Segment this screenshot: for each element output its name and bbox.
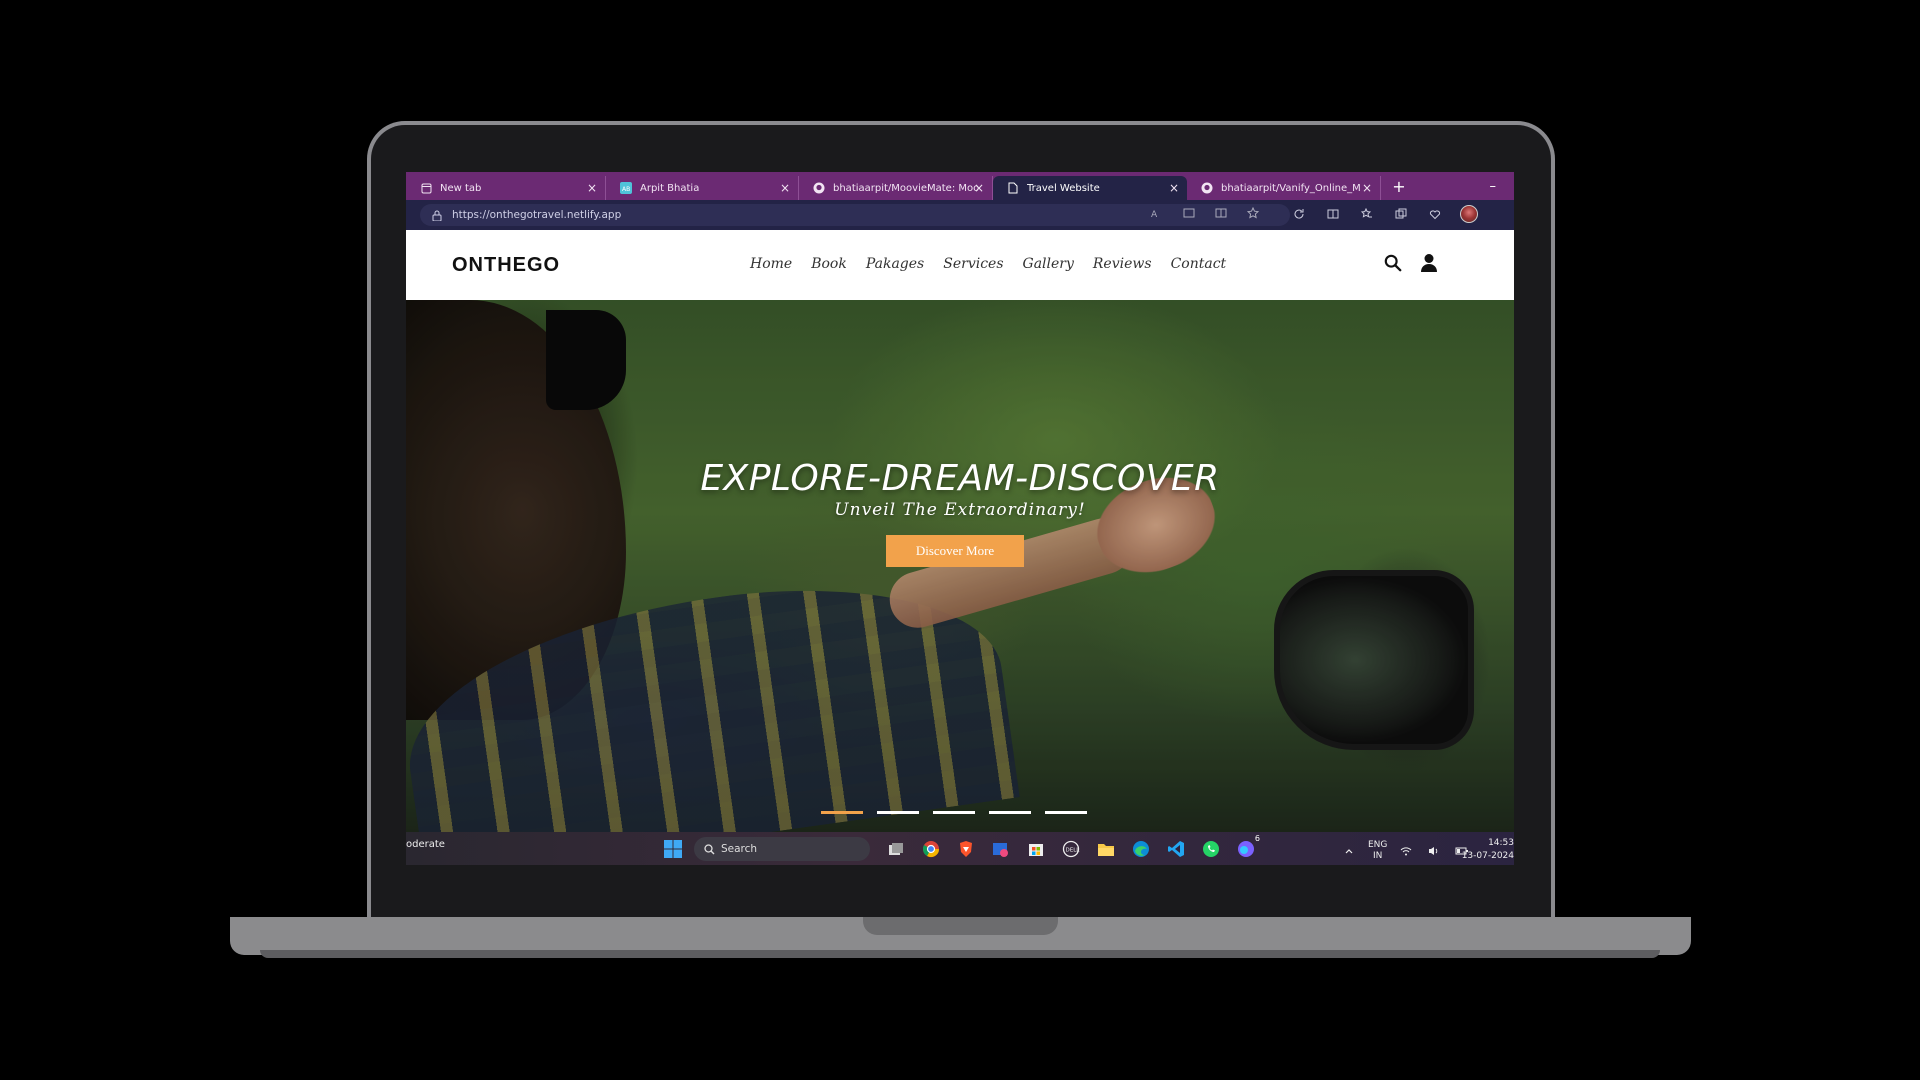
laptop-notch: [863, 917, 1058, 935]
tab-label: bhatiaarpit/MoovieMate: Moovie: [833, 182, 978, 194]
nav-book[interactable]: Book: [811, 256, 847, 272]
slider-dot-2[interactable]: [877, 811, 919, 814]
taskbar-apps: DELL 6: [884, 834, 1260, 860]
favorites-icon[interactable]: [1358, 205, 1376, 223]
slider-dot-1[interactable]: [821, 811, 863, 814]
tab-close-icon[interactable]: ×: [1362, 181, 1372, 195]
lock-icon: [432, 210, 442, 221]
copilot-badge: 6: [1254, 834, 1260, 843]
brave-icon[interactable]: [954, 838, 978, 860]
github-icon: [1201, 182, 1213, 194]
taskbar-clock[interactable]: 14:53 13-07-2024: [1462, 837, 1514, 863]
hero-section: EXPLORE-DREAM-DISCOVER Unveil The Extrao…: [406, 300, 1514, 832]
refresh-icon[interactable]: [1290, 205, 1308, 223]
browser-actions: [1290, 205, 1478, 223]
tab-arpit-bhatia[interactable]: AB Arpit Bhatia ×: [606, 176, 799, 200]
nav-gallery[interactable]: Gallery: [1023, 256, 1074, 272]
profile-avatar[interactable]: [1460, 205, 1478, 223]
tab-label: Arpit Bhatia: [640, 182, 700, 194]
snipping-tool-icon[interactable]: [989, 838, 1013, 860]
whatsapp-icon[interactable]: [1199, 838, 1223, 860]
tab-travel-website[interactable]: Travel Website ×: [993, 176, 1187, 200]
favorite-star-icon[interactable]: [1244, 204, 1262, 222]
hero-subtitle: Unveil The Extraordinary!: [834, 500, 1086, 520]
tab-close-icon[interactable]: ×: [1169, 181, 1179, 195]
task-view-icon[interactable]: [884, 838, 908, 860]
site-header: ONTHEGO Home Book Pakages Services Galle…: [406, 230, 1514, 300]
slider-dot-3[interactable]: [933, 811, 975, 814]
site-icon: AB: [620, 182, 632, 194]
read-aloud-icon[interactable]: A: [1148, 204, 1166, 222]
immersive-reader-icon[interactable]: [1212, 204, 1230, 222]
language-indicator[interactable]: ENG IN: [1368, 840, 1387, 862]
chevron-up-icon[interactable]: [1340, 842, 1358, 860]
browser-tab-bar: New tab × AB Arpit Bhatia × bhatiaarpit/…: [406, 172, 1514, 200]
svg-text:AB: AB: [622, 186, 630, 193]
tab-close-icon[interactable]: ×: [587, 181, 597, 195]
laptop-base-edge: [260, 950, 1660, 958]
tab-new-tab[interactable]: New tab ×: [406, 176, 606, 200]
site-nav: Home Book Pakages Services Gallery Revie…: [750, 256, 1226, 272]
volume-icon[interactable]: [1425, 842, 1443, 860]
tab-moviemate[interactable]: bhatiaarpit/MoovieMate: Moovie ×: [799, 176, 993, 200]
newtab-icon: [420, 182, 432, 194]
minimize-button[interactable]: –: [1490, 179, 1497, 194]
clock-date: 13-07-2024: [1461, 851, 1514, 861]
weather-widget[interactable]: oderate: [406, 839, 445, 850]
tab-vanify[interactable]: bhatiaarpit/Vanify_Online_Music ×: [1187, 176, 1381, 200]
url-text: https://onthegotravel.netlify.app: [452, 209, 622, 221]
page-icon: [1007, 182, 1019, 194]
edge-icon[interactable]: [1129, 838, 1153, 860]
nav-services[interactable]: Services: [943, 256, 1003, 272]
language-code: ENG: [1368, 840, 1388, 850]
language-region: IN: [1373, 851, 1383, 861]
stage: New tab × AB Arpit Bhatia × bhatiaarpit/…: [0, 0, 1920, 1080]
windows-taskbar: oderate Search DELL 6 ENG IN 14:53 13-07…: [406, 832, 1514, 865]
slider-dots: [821, 811, 1087, 814]
browser-toolbar: https://onthegotravel.netlify.app A: [406, 200, 1514, 230]
user-icon[interactable]: [1420, 254, 1438, 272]
slider-dot-5[interactable]: [1045, 811, 1087, 814]
windows-start-icon[interactable]: [664, 840, 682, 862]
svg-text:A: A: [1151, 210, 1158, 219]
microsoft-store-icon[interactable]: [1024, 838, 1048, 860]
tab-label: New tab: [440, 182, 482, 194]
browser-essentials-icon[interactable]: [1426, 205, 1444, 223]
github-icon: [813, 182, 825, 194]
tab-label: Travel Website: [1027, 182, 1100, 194]
file-explorer-icon[interactable]: [1094, 838, 1118, 860]
slider-dot-4[interactable]: [989, 811, 1031, 814]
site-logo[interactable]: ONTHEGO: [452, 254, 560, 277]
address-icons: A: [1148, 204, 1262, 222]
discover-more-button[interactable]: Discover More: [886, 535, 1024, 567]
nav-home[interactable]: Home: [750, 256, 792, 272]
search-icon[interactable]: [1384, 254, 1402, 272]
tab-close-icon[interactable]: ×: [780, 181, 790, 195]
header-icons: [1384, 254, 1438, 272]
laptop-screen: New tab × AB Arpit Bhatia × bhatiaarpit/…: [406, 172, 1514, 865]
nav-contact[interactable]: Contact: [1171, 256, 1227, 272]
taskbar-search-label: Search: [721, 843, 758, 855]
split-screen-icon[interactable]: [1324, 205, 1342, 223]
search-icon: [704, 843, 715, 854]
nav-reviews[interactable]: Reviews: [1093, 256, 1152, 272]
nav-pakages[interactable]: Pakages: [866, 256, 924, 272]
wifi-icon[interactable]: [1397, 842, 1415, 860]
svg-text:DELL: DELL: [1066, 848, 1081, 854]
hero-title: EXPLORE-DREAM-DISCOVER: [700, 458, 1220, 499]
system-tray: ENG IN: [1340, 840, 1471, 862]
new-tab-button[interactable]: +: [1389, 177, 1409, 196]
clock-time: 14:53: [1488, 838, 1514, 848]
app-available-icon[interactable]: [1180, 204, 1198, 222]
collections-icon[interactable]: [1392, 205, 1410, 223]
taskbar-search[interactable]: Search: [694, 837, 870, 861]
copilot-icon[interactable]: 6: [1234, 834, 1260, 860]
vscode-icon[interactable]: [1164, 838, 1188, 860]
chrome-icon[interactable]: [919, 838, 943, 860]
tab-close-icon[interactable]: ×: [974, 181, 984, 195]
tab-label: bhatiaarpit/Vanify_Online_Music: [1221, 182, 1361, 194]
dell-icon[interactable]: DELL: [1059, 838, 1083, 860]
